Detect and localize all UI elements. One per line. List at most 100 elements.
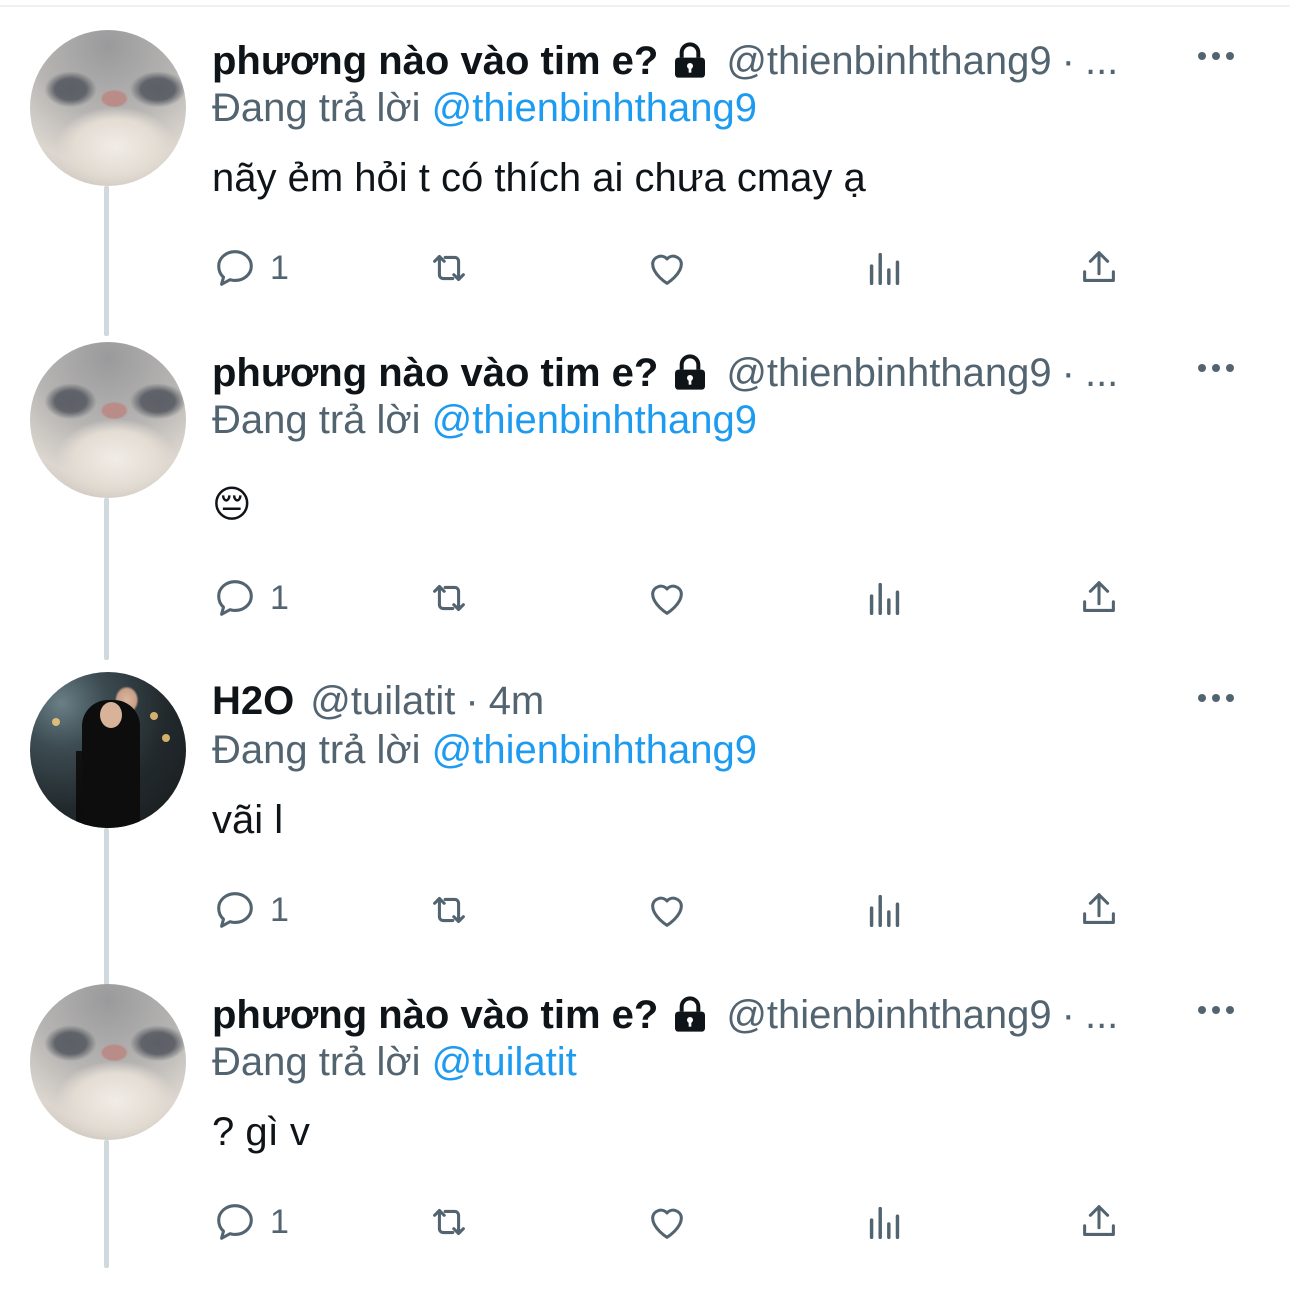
- replying-label: Đang trả lời: [212, 728, 421, 772]
- replying-to: Đang trả lời @tuilatit: [212, 1040, 577, 1085]
- separator: ·: [1061, 992, 1075, 1037]
- more-options-icon[interactable]: [1198, 694, 1234, 704]
- action-bar: 1: [212, 1196, 1172, 1248]
- views-button[interactable]: [862, 242, 908, 294]
- avatar[interactable]: [30, 672, 186, 828]
- mention-link[interactable]: @thienbinhthang9: [432, 728, 757, 772]
- replying-to: Đang trả lời @thienbinhthang9: [212, 728, 757, 773]
- handle[interactable]: @thienbinhthang9: [726, 993, 1051, 1038]
- share-icon: [1083, 893, 1115, 924]
- share-icon: [1083, 1205, 1115, 1236]
- more-options-icon[interactable]: [1198, 364, 1234, 374]
- share-button[interactable]: [1076, 884, 1122, 936]
- display-name[interactable]: phương nào vào tim e?: [212, 39, 658, 84]
- reply-icon: [217, 892, 253, 928]
- timestamp: 4m: [488, 678, 545, 723]
- like-button[interactable]: [644, 1196, 690, 1248]
- like-icon: [651, 1208, 683, 1239]
- separator: ·: [465, 678, 479, 723]
- avatar[interactable]: [30, 342, 186, 498]
- background-light: [162, 734, 170, 742]
- like-button[interactable]: [644, 242, 690, 294]
- display-name[interactable]: phương nào vào tim e?: [212, 993, 658, 1038]
- retweet-button[interactable]: [426, 884, 472, 936]
- reply-icon: [217, 580, 253, 616]
- tweet-text: ? gì v: [212, 1110, 310, 1154]
- reply-icon: [217, 1204, 253, 1240]
- retweet-button[interactable]: [426, 242, 472, 294]
- views-icon: [869, 1206, 900, 1240]
- tweet-text: 😔: [212, 484, 252, 526]
- reply-count: 1: [270, 248, 289, 287]
- handle[interactable]: @thienbinhthang9: [726, 351, 1051, 396]
- timestamp: ...: [1084, 992, 1119, 1037]
- tweet-header: phương nào vào tim e? @thienbinhthang9 ·…: [212, 990, 1118, 1040]
- reply-button[interactable]: 1: [212, 1196, 289, 1248]
- action-bar: 1: [212, 572, 1172, 624]
- action-bar: 1: [212, 884, 1172, 936]
- share-icon: [1083, 581, 1115, 612]
- timestamp: ...: [1084, 38, 1119, 83]
- tweet-text: vãi l: [212, 798, 284, 842]
- handle[interactable]: @tuilatit: [310, 679, 455, 724]
- mention-link[interactable]: @thienbinhthang9: [432, 86, 757, 130]
- background-light: [52, 718, 60, 726]
- handle[interactable]: @thienbinhthang9: [726, 39, 1051, 84]
- more-options-icon[interactable]: [1198, 52, 1234, 62]
- views-button[interactable]: [862, 884, 908, 936]
- retweet-icon: [433, 584, 465, 612]
- reply-icon: [217, 250, 253, 286]
- background-light: [150, 712, 158, 720]
- share-button[interactable]: [1076, 1196, 1122, 1248]
- mention-link[interactable]: @tuilatit: [432, 1040, 577, 1084]
- like-icon: [651, 896, 683, 927]
- views-button[interactable]: [862, 572, 908, 624]
- reply-button[interactable]: 1: [212, 572, 289, 624]
- tweet-header: phương nào vào tim e? @thienbinhthang9 ·…: [212, 348, 1118, 398]
- share-icon: [1083, 251, 1115, 282]
- display-name[interactable]: phương nào vào tim e?: [212, 351, 658, 396]
- like-button[interactable]: [644, 884, 690, 936]
- lock-icon: [675, 42, 706, 78]
- avatar[interactable]: [30, 30, 186, 186]
- tweet-text: nãy ẻm hỏi t có thích ai chưa cmay ạ: [212, 156, 866, 200]
- replying-label: Đang trả lời: [212, 398, 421, 442]
- retweet-icon: [433, 896, 465, 924]
- reply-button[interactable]: 1: [212, 884, 289, 936]
- replying-to: Đang trả lời @thienbinhthang9: [212, 86, 757, 131]
- views-button[interactable]: [862, 1196, 908, 1248]
- reply-button[interactable]: 1: [212, 242, 289, 294]
- reply-count: 1: [270, 890, 289, 929]
- display-name[interactable]: H2O: [212, 679, 294, 724]
- more-options-icon[interactable]: [1198, 1006, 1234, 1016]
- retweet-icon: [433, 1208, 465, 1236]
- retweet-icon: [433, 254, 465, 282]
- replying-label: Đang trả lời: [212, 1040, 421, 1084]
- reply-count: 1: [270, 578, 289, 617]
- tweet[interactable]: H2O @tuilatit · 4m Đang trả lời @thienbi…: [0, 672, 1290, 984]
- tweet[interactable]: phương nào vào tim e? @thienbinhthang9 ·…: [0, 30, 1290, 342]
- reply-count: 1: [270, 1202, 289, 1241]
- views-icon: [869, 582, 900, 616]
- avatar[interactable]: [30, 984, 186, 1140]
- like-icon: [651, 254, 683, 285]
- tweet[interactable]: phương nào vào tim e? @thienbinhthang9 ·…: [0, 342, 1290, 654]
- retweet-button[interactable]: [426, 1196, 472, 1248]
- tweet-header: phương nào vào tim e? @thienbinhthang9 ·…: [212, 36, 1118, 86]
- retweet-button[interactable]: [426, 572, 472, 624]
- like-button[interactable]: [644, 572, 690, 624]
- separator: ·: [1061, 350, 1075, 395]
- mention-link[interactable]: @thienbinhthang9: [432, 398, 757, 442]
- like-icon: [651, 584, 683, 615]
- replying-to: Đang trả lời @thienbinhthang9: [212, 398, 757, 443]
- views-icon: [869, 252, 900, 286]
- timestamp: ...: [1084, 350, 1119, 395]
- action-bar: 1: [212, 242, 1172, 294]
- share-button[interactable]: [1076, 242, 1122, 294]
- share-button[interactable]: [1076, 572, 1122, 624]
- avatar-face: [100, 702, 122, 728]
- separator: ·: [1061, 38, 1075, 83]
- lock-icon: [675, 354, 706, 390]
- lock-icon: [675, 996, 706, 1032]
- tweet[interactable]: phương nào vào tim e? @thienbinhthang9 ·…: [0, 984, 1290, 1296]
